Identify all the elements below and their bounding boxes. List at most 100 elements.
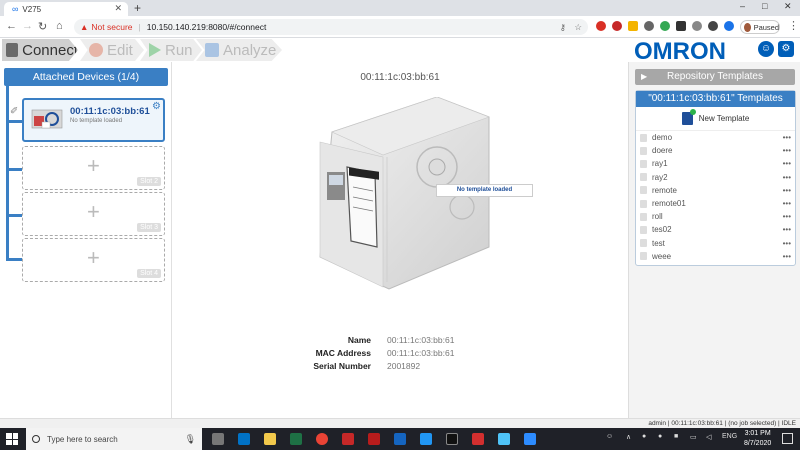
more-options-icon[interactable]: ••• bbox=[783, 252, 791, 261]
terminal-icon[interactable] bbox=[446, 433, 458, 445]
reload-icon[interactable]: ↻ bbox=[38, 20, 47, 33]
edit-icon bbox=[89, 43, 103, 57]
device-slot-2[interactable]: + Slot 2 bbox=[22, 146, 165, 190]
extension-icon[interactable] bbox=[612, 21, 622, 31]
tray-app-icon[interactable]: ● bbox=[642, 433, 646, 440]
puzzle-icon[interactable] bbox=[708, 21, 718, 31]
template-item[interactable]: test ••• bbox=[636, 237, 795, 250]
more-options-icon[interactable]: ••• bbox=[783, 199, 791, 208]
more-options-icon[interactable]: ••• bbox=[783, 173, 791, 182]
key-icon[interactable]: ⚷ bbox=[560, 22, 566, 33]
taskbar-search[interactable]: Type here to search 🎙 bbox=[26, 428, 202, 450]
extension-icon[interactable] bbox=[628, 21, 638, 31]
people-icon[interactable]: ☺ bbox=[606, 433, 613, 440]
device-slot-4[interactable]: + Slot 4 bbox=[22, 238, 165, 282]
app-icon[interactable] bbox=[368, 433, 380, 445]
file-icon bbox=[640, 133, 647, 142]
more-options-icon[interactable]: ••• bbox=[783, 186, 791, 195]
app-icon[interactable] bbox=[342, 433, 354, 445]
chrome-icon[interactable] bbox=[316, 433, 328, 445]
template-name: roll bbox=[652, 212, 663, 222]
extension-icon[interactable] bbox=[692, 21, 702, 31]
template-name: remote01 bbox=[652, 199, 686, 209]
home-icon[interactable]: ⌂ bbox=[56, 20, 63, 32]
template-item[interactable]: ray2 ••• bbox=[636, 171, 795, 184]
step-analyze[interactable]: Analyze bbox=[196, 39, 282, 61]
info-row: Serial Number 2001892 bbox=[312, 361, 454, 374]
not-secure-label: Not secure bbox=[91, 22, 133, 32]
more-options-icon[interactable]: ••• bbox=[783, 133, 791, 142]
more-options-icon[interactable]: ••• bbox=[783, 225, 791, 234]
step-label: Edit bbox=[107, 41, 133, 59]
maximize-icon[interactable]: □ bbox=[762, 1, 767, 11]
device-slot-1[interactable]: 00:11:1c:03:bb:61 No template loaded ⚙ bbox=[22, 98, 165, 142]
new-template-button[interactable]: New Template bbox=[636, 107, 795, 131]
close-window-icon[interactable]: ✕ bbox=[784, 1, 792, 12]
tray-chevron-icon[interactable]: ∧ bbox=[626, 433, 631, 441]
user-icon[interactable]: ☺ bbox=[758, 41, 774, 57]
outlook-icon[interactable] bbox=[238, 433, 250, 445]
more-options-icon[interactable]: ••• bbox=[783, 146, 791, 155]
template-item[interactable]: weee ••• bbox=[636, 250, 795, 263]
zoom-icon[interactable] bbox=[524, 433, 536, 445]
slot-label: Slot 2 bbox=[137, 177, 161, 186]
template-item[interactable]: ray1 ••• bbox=[636, 157, 795, 170]
settings-gear-icon[interactable]: ⚙ bbox=[778, 41, 794, 57]
notification-icon[interactable] bbox=[782, 433, 793, 444]
template-item[interactable]: tes02 ••• bbox=[636, 223, 795, 236]
more-options-icon[interactable]: ••• bbox=[783, 212, 791, 221]
acrobat-icon[interactable] bbox=[472, 433, 484, 445]
connect-icon bbox=[6, 43, 19, 57]
device-settings-icon[interactable]: ⚙ bbox=[152, 101, 161, 112]
profile-button[interactable]: Paused bbox=[740, 20, 780, 34]
repository-templates-button[interactable]: ▶ Repository Templates bbox=[635, 69, 795, 85]
template-name: demo bbox=[652, 133, 673, 143]
back-icon[interactable]: ← bbox=[6, 20, 17, 32]
minimize-icon[interactable]: – bbox=[740, 1, 745, 11]
excel-icon[interactable] bbox=[290, 433, 302, 445]
taskbar-clock[interactable]: 3:01 PM 8/7/2020 bbox=[744, 429, 771, 449]
app-icon[interactable] bbox=[498, 433, 510, 445]
task-view-icon[interactable] bbox=[212, 433, 224, 445]
search-placeholder: Type here to search bbox=[47, 434, 118, 444]
vscode-icon[interactable] bbox=[420, 433, 432, 445]
extension-icon[interactable] bbox=[724, 21, 734, 31]
extension-icon[interactable] bbox=[596, 21, 606, 31]
template-name: remote bbox=[652, 185, 677, 195]
address-bar[interactable]: ▲ Not secure | 10.150.140.219:8080/#/con… bbox=[74, 19, 588, 35]
file-icon bbox=[640, 159, 647, 168]
new-tab-button[interactable]: + bbox=[134, 1, 141, 15]
file-explorer-icon[interactable] bbox=[264, 433, 276, 445]
template-item[interactable]: remote01 ••• bbox=[636, 197, 795, 210]
add-device-icon: + bbox=[87, 153, 100, 178]
extension-icon[interactable] bbox=[676, 21, 686, 31]
language-indicator[interactable]: ENG bbox=[722, 433, 737, 440]
more-options-icon[interactable]: ••• bbox=[783, 239, 791, 248]
volume-icon[interactable]: ◁ bbox=[706, 433, 711, 441]
tray-app-icon[interactable]: ● bbox=[658, 433, 662, 440]
network-icon[interactable]: ▭ bbox=[690, 433, 697, 441]
step-edit[interactable]: Edit bbox=[80, 39, 144, 61]
app-icon[interactable] bbox=[394, 433, 406, 445]
more-options-icon[interactable]: ••• bbox=[783, 159, 791, 168]
no-template-overlay: No template loaded bbox=[436, 184, 533, 197]
forward-icon[interactable]: → bbox=[22, 20, 33, 32]
extension-icon[interactable] bbox=[644, 21, 654, 31]
template-item[interactable]: doere ••• bbox=[636, 144, 795, 157]
microphone-icon[interactable]: 🎙 bbox=[185, 434, 196, 445]
windows-start-icon[interactable] bbox=[6, 433, 18, 445]
tray-app-icon[interactable]: ■ bbox=[674, 433, 678, 440]
template-item[interactable]: roll ••• bbox=[636, 210, 795, 223]
bookmark-star-icon[interactable]: ☆ bbox=[574, 22, 582, 33]
extension-icon[interactable] bbox=[660, 21, 670, 31]
tab-close-icon[interactable]: ✕ bbox=[114, 3, 122, 14]
step-run[interactable]: Run bbox=[140, 39, 202, 61]
step-connect[interactable]: Connect bbox=[2, 39, 78, 61]
browser-menu-icon[interactable]: ⋮ bbox=[788, 19, 799, 32]
warning-icon: ▲ bbox=[80, 22, 89, 32]
device-slot-3[interactable]: + Slot 3 bbox=[22, 192, 165, 236]
step-label: Run bbox=[165, 41, 193, 59]
template-item[interactable]: remote ••• bbox=[636, 184, 795, 197]
browser-tab[interactable]: ∞ V275 ✕ bbox=[4, 2, 128, 16]
template-item[interactable]: demo ••• bbox=[636, 131, 795, 144]
